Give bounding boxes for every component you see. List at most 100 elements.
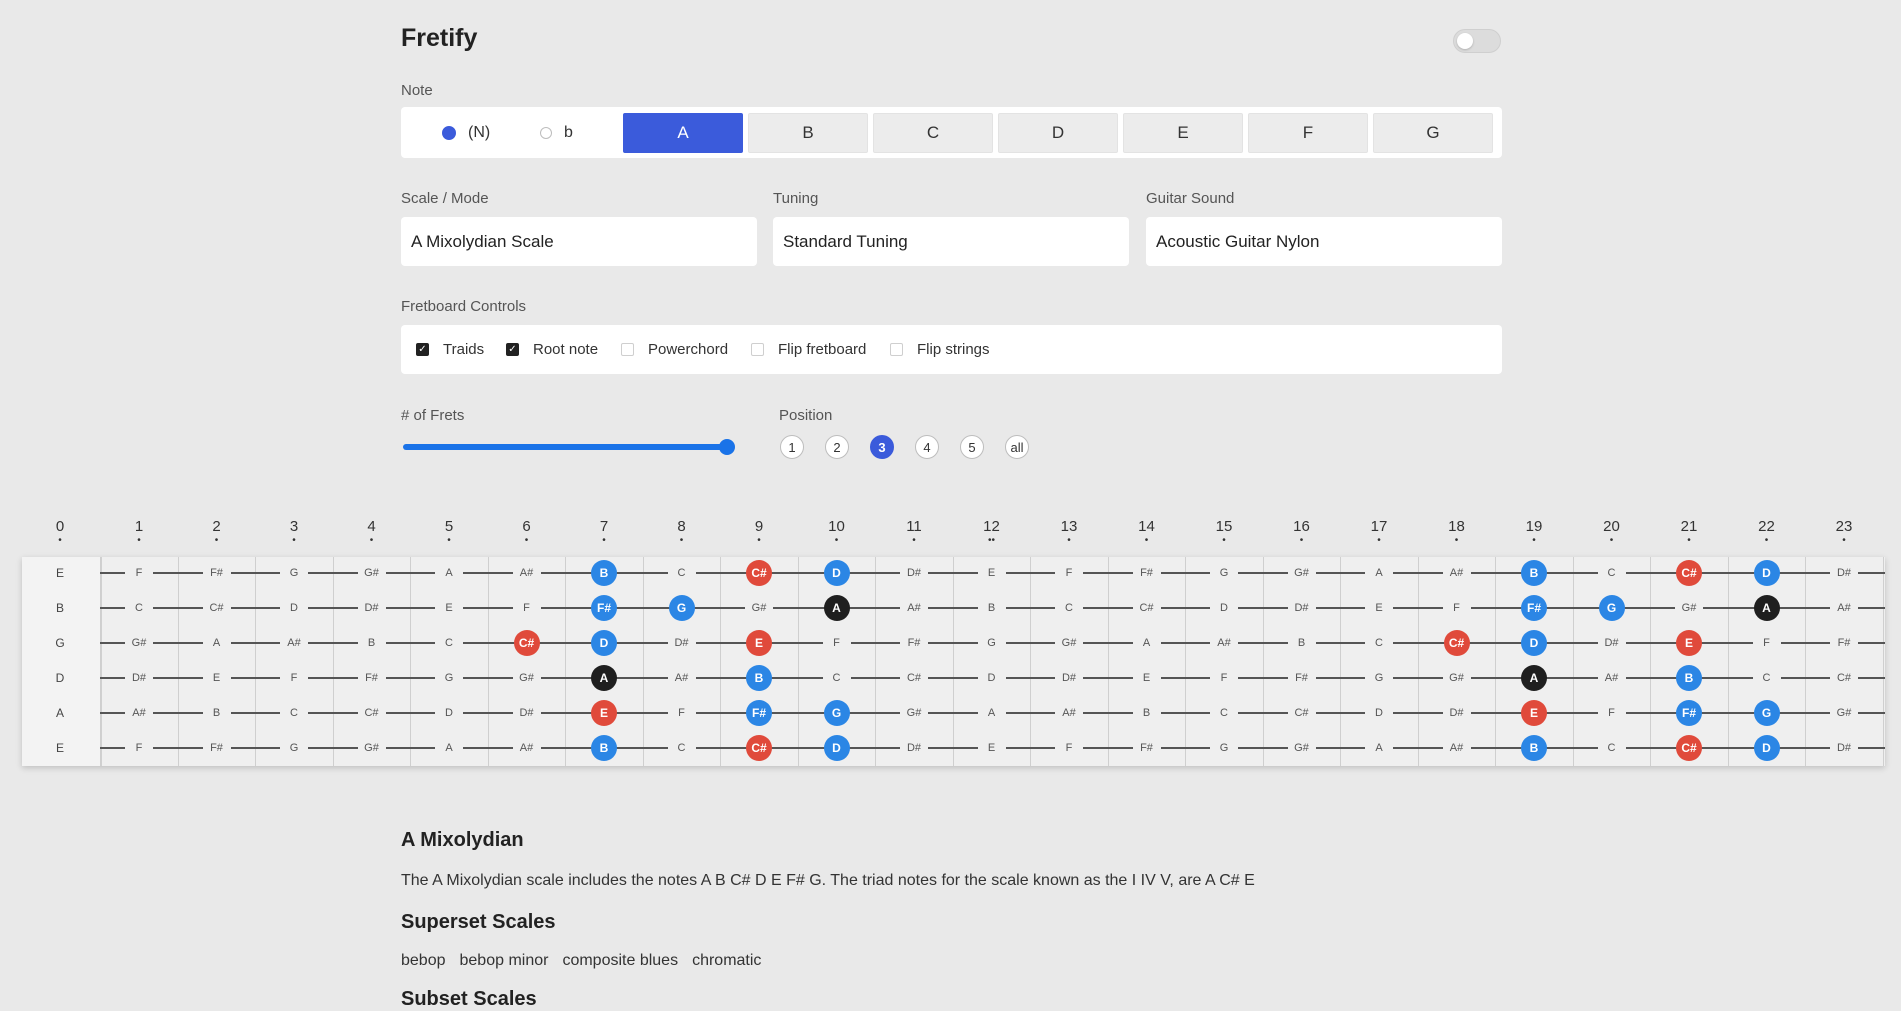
fret-note[interactable]: F [125, 739, 153, 757]
fret-note[interactable]: D# [1055, 669, 1083, 687]
scale-note-marker[interactable]: C# [746, 560, 772, 586]
scale-note-marker[interactable]: B [1676, 665, 1702, 691]
scale-note-marker[interactable]: C# [1676, 735, 1702, 761]
fret-note[interactable]: F# [202, 564, 231, 582]
fret-note[interactable]: C [1210, 704, 1238, 722]
fret-note[interactable]: C [667, 564, 696, 582]
fret-note[interactable]: F [1055, 564, 1083, 582]
scale-note-marker[interactable]: E [746, 630, 772, 656]
scale-note-marker[interactable]: E [1676, 630, 1702, 656]
fret-note[interactable]: G# [1830, 704, 1858, 722]
superset-link[interactable]: bebop minor [460, 952, 549, 970]
powerchord-checkbox[interactable]: Powerchord [621, 325, 728, 374]
fret-note[interactable]: D# [1442, 704, 1471, 722]
flip-strings-checkbox[interactable]: Flip strings [890, 325, 990, 374]
fret-note[interactable]: F# [900, 634, 928, 652]
fret-note[interactable]: D# [1830, 739, 1858, 757]
fret-note[interactable]: G# [1442, 669, 1471, 687]
theme-toggle[interactable] [1453, 29, 1501, 53]
scale-note-marker[interactable]: B [591, 735, 617, 761]
fret-note[interactable]: F [512, 599, 541, 617]
fret-note[interactable]: D# [125, 669, 153, 687]
scale-note-marker[interactable]: G [823, 700, 850, 726]
fret-note[interactable]: G# [900, 704, 928, 722]
fret-note[interactable]: D [46, 669, 74, 687]
note-button-f[interactable]: F [1248, 113, 1368, 153]
fret-note[interactable]: E [1132, 669, 1161, 687]
fret-note[interactable]: A# [1830, 599, 1858, 617]
fret-note[interactable]: D# [512, 704, 541, 722]
position-button-3[interactable]: 3 [870, 435, 894, 459]
fret-note[interactable]: G [46, 634, 74, 652]
fret-note[interactable]: A# [900, 599, 928, 617]
fret-note[interactable]: G# [745, 599, 773, 617]
fret-note[interactable]: G [1365, 669, 1393, 687]
fret-note[interactable]: A# [280, 634, 308, 652]
scale-note-marker[interactable]: A [1753, 595, 1780, 621]
fret-note[interactable]: C# [1132, 599, 1161, 617]
fret-note[interactable]: F# [202, 739, 231, 757]
fret-note[interactable]: C# [1830, 669, 1858, 687]
scale-note-marker[interactable]: A [1521, 665, 1547, 691]
fret-note[interactable]: B [46, 599, 74, 617]
fret-note[interactable]: D# [1830, 564, 1858, 582]
slider-thumb[interactable] [719, 439, 735, 455]
fret-note[interactable]: D [977, 669, 1006, 687]
superset-link[interactable]: composite blues [562, 952, 678, 970]
fret-note[interactable]: D# [900, 564, 928, 582]
fret-note[interactable]: E [977, 564, 1006, 582]
fret-note[interactable]: F# [1132, 739, 1161, 757]
scale-note-marker[interactable]: C# [1443, 630, 1470, 656]
traids-checkbox[interactable]: ✓ Traids [416, 325, 484, 374]
note-button-e[interactable]: E [1123, 113, 1243, 153]
scale-note-marker[interactable]: F# [1676, 700, 1702, 726]
fret-note[interactable]: D# [667, 634, 696, 652]
fret-note[interactable]: F [1055, 739, 1083, 757]
scale-note-marker[interactable]: G [1598, 595, 1625, 621]
fret-note[interactable]: A [977, 704, 1006, 722]
accidental-flat-radio[interactable]: b [540, 107, 573, 158]
fret-note[interactable]: F# [1830, 634, 1858, 652]
fret-note[interactable]: B [202, 704, 231, 722]
fret-note[interactable]: C [1365, 634, 1393, 652]
fret-note[interactable]: F [125, 564, 153, 582]
note-button-d[interactable]: D [998, 113, 1118, 153]
fret-note[interactable]: E [46, 564, 74, 582]
root-note-checkbox[interactable]: ✓ Root note [506, 325, 598, 374]
fret-note[interactable]: A# [667, 669, 696, 687]
fret-note[interactable]: F [822, 634, 851, 652]
fret-note[interactable]: C# [357, 704, 386, 722]
fret-note[interactable]: G# [1055, 634, 1083, 652]
fret-note[interactable]: G [1210, 564, 1238, 582]
accidental-natural-radio[interactable]: (N) [442, 107, 490, 158]
fret-note[interactable]: A# [1597, 669, 1626, 687]
fret-note[interactable]: G# [512, 669, 541, 687]
note-button-g[interactable]: G [1373, 113, 1493, 153]
position-button-1[interactable]: 1 [780, 435, 804, 459]
fret-note[interactable]: B [357, 634, 386, 652]
fret-note[interactable]: F# [357, 669, 386, 687]
fret-note[interactable]: E [977, 739, 1006, 757]
fret-note[interactable]: A [435, 739, 463, 757]
scale-note-marker[interactable]: D [1521, 630, 1547, 656]
fret-note[interactable]: A [202, 634, 231, 652]
note-button-a[interactable]: A [623, 113, 743, 153]
scale-note-marker[interactable]: B [591, 560, 617, 586]
scale-note-marker[interactable]: D [823, 560, 850, 586]
fret-note[interactable]: E [202, 669, 231, 687]
scale-note-marker[interactable]: B [1521, 560, 1547, 586]
fret-note[interactable]: A [1132, 634, 1161, 652]
fret-note[interactable]: F [1597, 704, 1626, 722]
position-button-4[interactable]: 4 [915, 435, 939, 459]
position-button-all[interactable]: all [1005, 435, 1029, 459]
fret-note[interactable]: G [280, 564, 308, 582]
frets-slider[interactable] [403, 437, 735, 457]
scale-note-marker[interactable]: F# [1521, 595, 1547, 621]
fret-note[interactable]: F# [1132, 564, 1161, 582]
fret-note[interactable]: A [1365, 739, 1393, 757]
fret-note[interactable]: C# [900, 669, 928, 687]
sound-select[interactable]: Acoustic Guitar Nylon [1146, 217, 1502, 266]
fret-note[interactable]: F [1752, 634, 1781, 652]
fret-note[interactable]: A# [1055, 704, 1083, 722]
scale-note-marker[interactable]: G [1753, 700, 1780, 726]
